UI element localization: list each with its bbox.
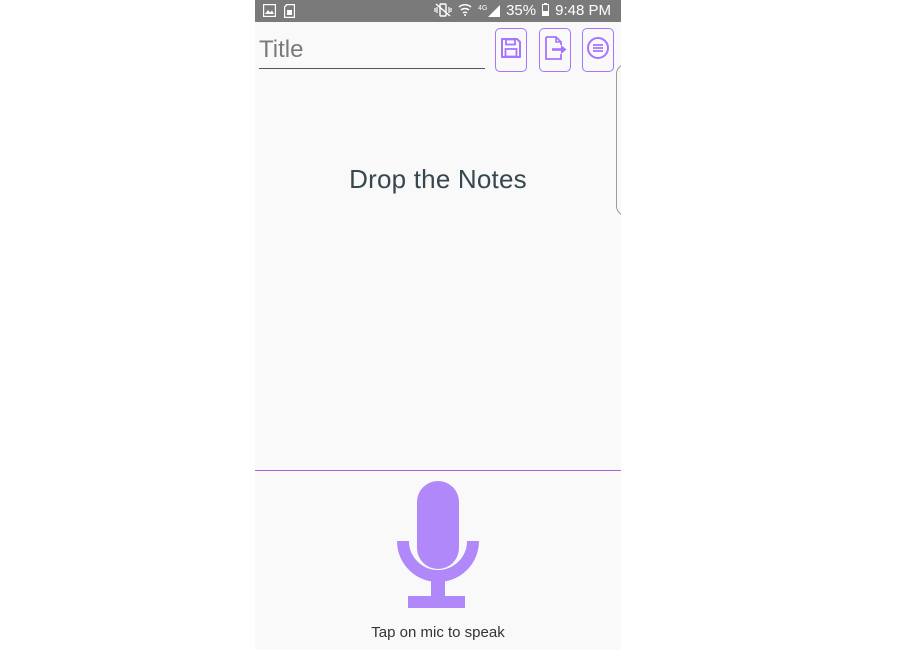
notes-placeholder: Drop the Notes: [349, 164, 527, 194]
export-button[interactable]: [539, 28, 571, 72]
save-button[interactable]: [495, 28, 527, 72]
list-menu-icon: [586, 36, 610, 65]
voice-input-section: Tap on mic to speak: [255, 471, 621, 650]
title-toolbar: [255, 22, 621, 78]
save-icon: [499, 36, 523, 65]
battery-percent: 35%: [506, 2, 537, 19]
wifi-icon: [458, 3, 472, 19]
status-right: 4G 35% 9:48 PM: [434, 2, 611, 20]
app-screen: 4G 35% 9:48 PM Title Drop the Notes Tap …: [255, 0, 621, 650]
list-menu-button[interactable]: [582, 28, 614, 72]
microphone-button[interactable]: [395, 479, 481, 613]
mute-vibrate-icon: [434, 2, 452, 20]
image-icon: [262, 3, 277, 21]
status-left-icons: [262, 3, 296, 21]
export-file-icon: [542, 35, 568, 66]
status-bar: 4G 35% 9:48 PM: [255, 0, 621, 22]
network-type-label: 4G: [478, 5, 487, 12]
sim-icon: [283, 3, 296, 21]
clock: 9:48 PM: [555, 2, 611, 19]
notes-editor[interactable]: Drop the Notes: [255, 78, 621, 470]
battery-icon: [542, 3, 550, 19]
mic-caption: Tap on mic to speak: [371, 624, 505, 641]
title-input[interactable]: [259, 32, 485, 69]
microphone-icon: [395, 481, 481, 617]
signal-icon: 4G: [478, 3, 501, 20]
